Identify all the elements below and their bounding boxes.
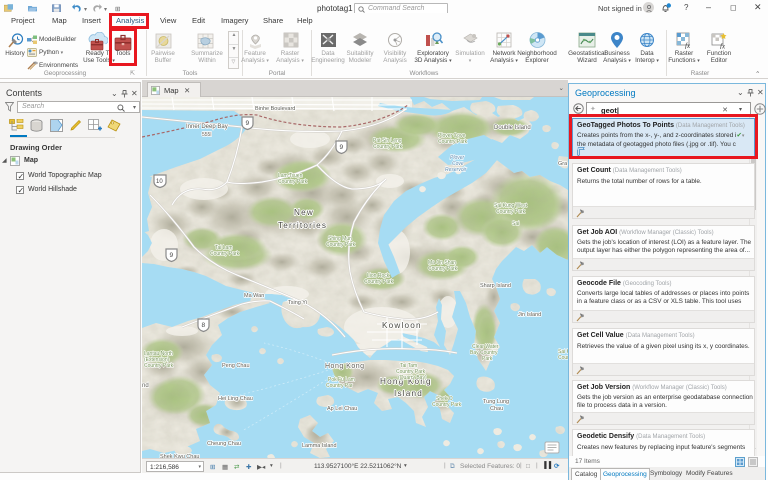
svg-text:8: 8 (202, 322, 206, 329)
svg-text:Hong Kong: Hong Kong (325, 363, 365, 370)
svg-text:9: 9 (170, 252, 174, 259)
svg-text:Country Park: Country Park (278, 179, 308, 185)
svg-text:Country Park: Country Park (210, 251, 240, 257)
svg-text:Gra: Gra (558, 161, 568, 167)
svg-text:New: New (294, 208, 314, 217)
svg-text:Country Park: Country Park (364, 279, 394, 285)
svg-text:Tsing Yi: Tsing Yi (288, 300, 307, 306)
svg-text:Country Park: Country Park (144, 363, 174, 369)
svg-text:Country Park: Country Park (438, 139, 468, 145)
svg-text:555l: 555l (202, 132, 211, 138)
svg-text:9: 9 (340, 144, 344, 151)
svg-text:Inner Deep Bay: Inner Deep Bay (186, 124, 228, 130)
svg-text:Hei Ling Chau: Hei Ling Chau (218, 396, 253, 402)
svg-text:Count: Count (558, 355, 568, 361)
svg-text:Tung Lung: Tung Lung (483, 399, 509, 405)
svg-text:Country Park: Country Park (496, 209, 526, 215)
svg-text:Jin Island: Jin Island (518, 312, 541, 318)
svg-text:fx: fx (685, 42, 691, 49)
svg-text:Binhe Boulevard: Binhe Boulevard (255, 106, 295, 112)
svg-text:Country Park: Country Park (326, 242, 356, 248)
svg-text:Kowloon: Kowloon (382, 321, 422, 330)
svg-text:nd: nd (142, 383, 149, 389)
svg-text:Peng Chau: Peng Chau (222, 363, 250, 369)
svg-text:Country Park: Country Park (428, 266, 458, 272)
svg-text:10: 10 (156, 179, 163, 185)
svg-text:Sai: Sai (512, 221, 519, 227)
svg-text:fx: fx (720, 43, 726, 50)
svg-text:Country Park: Country Park (373, 144, 403, 150)
svg-text:Country Par: Country Par (326, 383, 353, 389)
svg-text:Cheung Chau: Cheung Chau (207, 441, 241, 447)
svg-text:Lamma Island: Lamma Island (302, 443, 337, 449)
svg-text:Ap Lei Chau: Ap Lei Chau (327, 406, 357, 412)
svg-text:Country Park: Country Park (432, 402, 462, 408)
svg-text:Chau: Chau (490, 406, 503, 412)
svg-text:Park: Park (482, 356, 493, 362)
svg-text:9: 9 (246, 120, 250, 127)
svg-text:(Quarry Bay): (Quarry Bay) (398, 375, 427, 381)
svg-text:Ma Wan: Ma Wan (244, 293, 264, 299)
svg-text:Territories: Territories (278, 221, 327, 230)
svg-text:Island: Island (394, 389, 423, 398)
svg-text:Sharp Island: Sharp Island (480, 283, 511, 289)
svg-text:Reservoir: Reservoir (445, 167, 467, 173)
svg-text:Double Island: Double Island (494, 125, 531, 131)
